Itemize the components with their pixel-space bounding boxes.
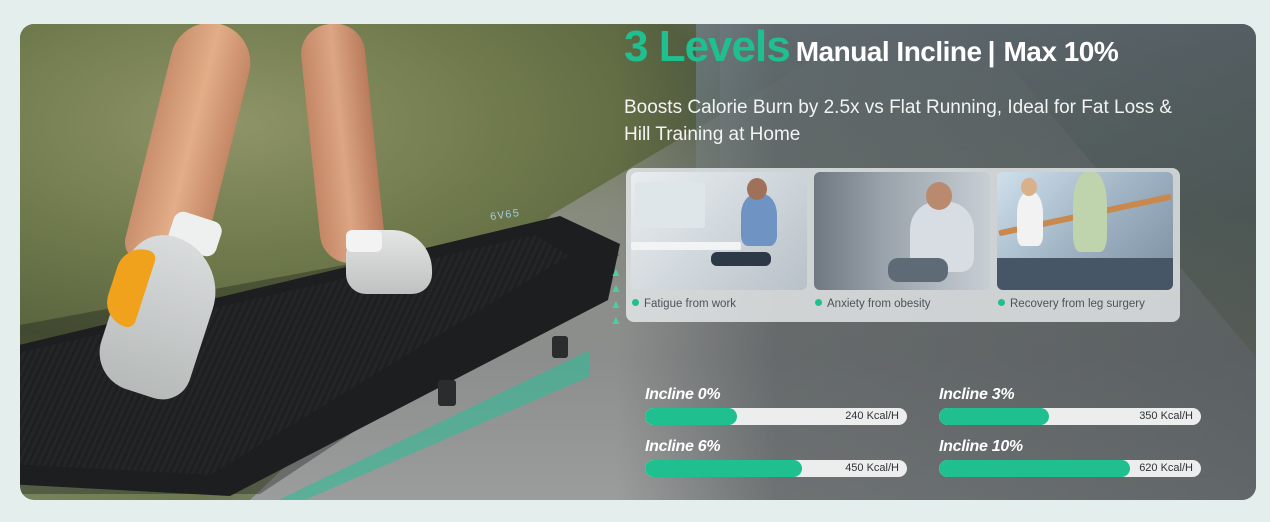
scenario-caption: Fatigue from work xyxy=(632,298,736,310)
scenario-panel: Fatigue from work Anxiety from obesity R… xyxy=(626,168,1180,322)
scenario-caption: Recovery from leg surgery xyxy=(998,298,1145,310)
photo-office-worker xyxy=(631,172,807,290)
photo-obesity-anxiety xyxy=(814,172,990,290)
bullet-dot-icon xyxy=(815,299,822,307)
calorie-bar-fill xyxy=(645,408,737,425)
calorie-bar-fill xyxy=(939,460,1131,477)
bullet-dot-icon xyxy=(998,299,1005,307)
headline-separator: | xyxy=(987,36,996,67)
page-frame: 6V65 ▲ ▲ ▲ ▲ 3 Levels Manual Incline | Max … xyxy=(0,0,1270,522)
calorie-bar-fill xyxy=(645,460,803,477)
caption-text: Anxiety from obesity xyxy=(827,298,931,310)
incline-row: Incline 3% 350 Kcal/H xyxy=(939,386,1201,425)
calorie-bar-fill xyxy=(939,408,1050,425)
headline-levels: 3 Levels xyxy=(624,22,791,71)
runner-sock-right xyxy=(346,230,382,252)
bullet-dot-icon xyxy=(632,299,639,307)
subtitle: Boosts Calorie Burn by 2.5x vs Flat Runn… xyxy=(624,97,1173,145)
incline-row: Incline 10% 620 Kcal/H xyxy=(939,438,1201,477)
calorie-value: 450 Kcal/H xyxy=(845,462,899,474)
headline-manual-incline: Manual Incline xyxy=(795,36,982,67)
incline-label: Incline 3% xyxy=(939,386,1015,403)
calorie-bar-track: 450 Kcal/H xyxy=(645,460,907,477)
up-arrow-icon: ▲ xyxy=(610,281,622,295)
up-arrow-icon: ▲ xyxy=(610,297,622,311)
calorie-bar-track: 350 Kcal/H xyxy=(939,408,1201,425)
caption-text: Fatigue from work xyxy=(644,298,737,310)
up-arrow-icon: ▲ xyxy=(610,313,622,327)
headline: 3 Levels Manual Incline | Max 10% xyxy=(624,22,1119,72)
incline-label: Incline 6% xyxy=(645,438,721,455)
incline-row: Incline 6% 450 Kcal/H xyxy=(645,438,907,477)
incline-leg-rear xyxy=(438,380,456,406)
scenario-caption: Anxiety from obesity xyxy=(815,298,931,310)
caption-text: Recovery from leg surgery xyxy=(1010,298,1145,310)
up-arrow-icon: ▲ xyxy=(610,265,622,279)
calorie-value: 240 Kcal/H xyxy=(845,410,899,422)
calorie-value: 350 Kcal/H xyxy=(1139,410,1193,422)
incline-label: Incline 0% xyxy=(645,386,721,403)
calorie-bar-track: 240 Kcal/H xyxy=(645,408,907,425)
incline-row: Incline 0% 240 Kcal/H xyxy=(645,386,907,425)
headline-max-incline: Max 10% xyxy=(1003,36,1119,67)
calorie-bar-track: 620 Kcal/H xyxy=(939,460,1201,477)
incline-leg-front xyxy=(552,336,568,358)
calorie-value: 620 Kcal/H xyxy=(1139,462,1193,474)
incline-label: Incline 10% xyxy=(939,438,1023,455)
photo-leg-rehab xyxy=(997,172,1173,290)
